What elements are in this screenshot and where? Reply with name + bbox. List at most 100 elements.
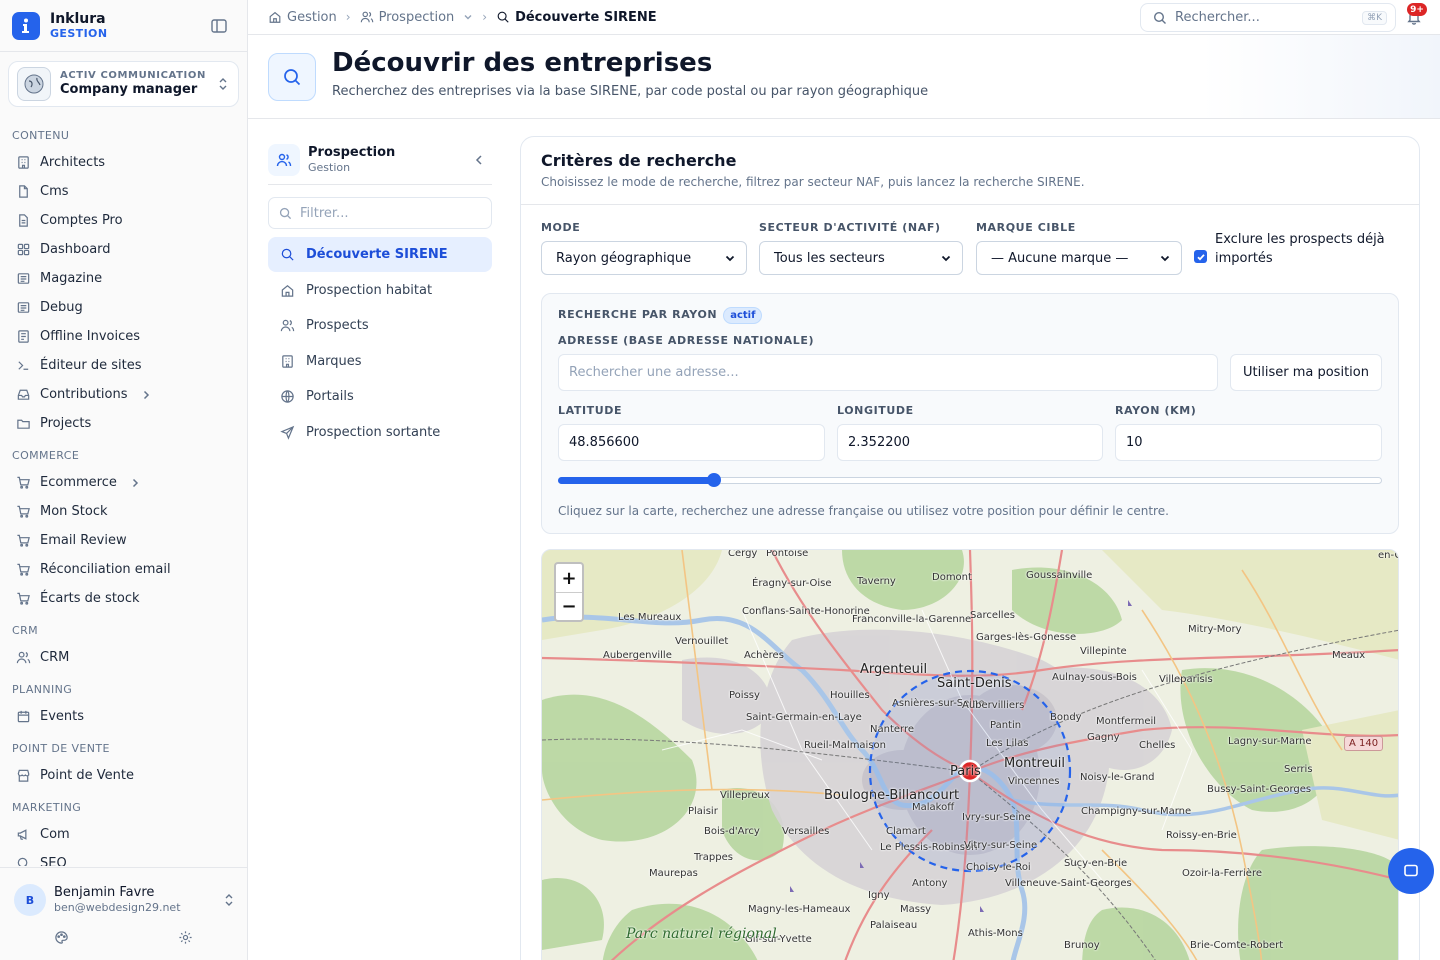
brand[interactable]: Inklura GESTION bbox=[12, 10, 236, 42]
sidebar-item-crm[interactable]: CRM bbox=[0, 643, 247, 672]
map-place-label: Malakoff bbox=[912, 802, 955, 813]
brand-field: MARQUE CIBLE — Aucune marque — bbox=[976, 221, 1182, 275]
cart-icon bbox=[17, 592, 30, 605]
sidebar-item-comptes-pro[interactable]: Comptes Pro bbox=[0, 206, 247, 235]
sidebar-item-label: Point de Vente bbox=[40, 768, 135, 783]
slider-thumb[interactable] bbox=[706, 473, 721, 487]
building-icon bbox=[282, 355, 293, 368]
sidebar-item-label: Offline Invoices bbox=[40, 329, 141, 344]
sidebar-item--diteur-de-sites[interactable]: Éditeur de sites bbox=[0, 351, 247, 380]
section-nav-item[interactable]: Prospects bbox=[268, 308, 492, 343]
breadcrumb-label: Découverte SIRENE bbox=[515, 9, 657, 25]
map-place-label: Magny-les-Hameaux bbox=[748, 904, 851, 915]
map-place-label: Aubervilliers bbox=[962, 700, 1025, 711]
section-nav-list: Découverte SIRENE Prospection habitat Pros… bbox=[268, 237, 492, 450]
section-nav-item[interactable]: Marques bbox=[268, 344, 492, 379]
building-icon bbox=[18, 156, 29, 169]
search-icon bbox=[268, 53, 316, 101]
chevron-down-icon bbox=[941, 255, 951, 262]
section-nav-item-label: Découverte SIRENE bbox=[306, 247, 448, 262]
cart-icon bbox=[17, 534, 30, 547]
sidebar-item-seo[interactable]: SEO bbox=[0, 849, 247, 866]
sidebar-item-r-conciliation-email[interactable]: Réconciliation email bbox=[0, 555, 247, 584]
sidebar-item-architects[interactable]: Architects bbox=[0, 148, 247, 177]
radius-hint: Cliquez sur la carte, recherchez une adr… bbox=[558, 504, 1169, 518]
sidebar-item-projects[interactable]: Projects bbox=[0, 409, 247, 438]
sidebar-item-point-de-vente[interactable]: Point de Vente bbox=[0, 761, 247, 790]
sidebar-item-ecommerce[interactable]: Ecommerce bbox=[0, 468, 247, 497]
sidebar-item-email-review[interactable]: Email Review bbox=[0, 526, 247, 555]
latitude-input[interactable]: 48.856600 bbox=[558, 424, 825, 461]
user-menu[interactable]: B Benjamin Favre ben@webdesign29.net bbox=[14, 884, 236, 916]
breadcrumb-item[interactable]: Prospection bbox=[360, 10, 474, 25]
section-nav-item[interactable]: Prospection sortante bbox=[268, 415, 492, 450]
cart-icon bbox=[17, 476, 30, 489]
sidebar-item-label: Architects bbox=[40, 155, 106, 170]
sidebar-nav: CONTENU Architects Cms Comptes Pro Dashboard… bbox=[0, 118, 247, 866]
section-nav-item[interactable]: Prospection habitat bbox=[268, 273, 492, 308]
latitude-label: LATITUDE bbox=[558, 404, 623, 417]
chevron-right-icon bbox=[143, 390, 149, 399]
gear-icon[interactable] bbox=[178, 930, 193, 945]
sidebar-item--carts-de-stock[interactable]: Écarts de stock bbox=[0, 584, 247, 613]
sidebar-item-offline-invoices[interactable]: Offline Invoices bbox=[0, 322, 247, 351]
sidebar-item-magazine[interactable]: Magazine bbox=[0, 264, 247, 293]
map-place-label: Garges-lès-Gonesse bbox=[976, 632, 1077, 643]
map-place-label: en-Goële bbox=[1378, 550, 1398, 561]
sidebar-item-events[interactable]: Events bbox=[0, 702, 247, 731]
filter-input[interactable]: Filtrer... bbox=[268, 197, 492, 229]
radius-km-input[interactable]: 10 bbox=[1115, 424, 1382, 461]
address-input[interactable]: Rechercher une adresse... bbox=[558, 354, 1218, 391]
road-shield: A 140 bbox=[1344, 736, 1384, 751]
map-place-label: Vernouillet bbox=[675, 636, 729, 647]
section-nav-item[interactable]: Portails bbox=[268, 379, 492, 414]
sidebar-item-label: Debug bbox=[40, 300, 83, 315]
map[interactable]: Cergy Pontoise Éragny-sur-Oise Conflans-Sai… bbox=[541, 549, 1399, 960]
cart-icon bbox=[17, 505, 30, 518]
chat-button[interactable] bbox=[1388, 848, 1434, 894]
sidebar-item-cms[interactable]: Cms bbox=[0, 177, 247, 206]
chevron-left-icon[interactable] bbox=[472, 153, 486, 167]
sector-field: SECTEUR D'ACTIVITÉ (NAF) Tous les secteu… bbox=[759, 221, 963, 275]
radius-slider[interactable] bbox=[558, 473, 1382, 487]
search-input[interactable]: Rechercher... ⌘K bbox=[1140, 3, 1396, 32]
search-icon bbox=[497, 11, 509, 23]
breadcrumb-item[interactable]: Gestion bbox=[268, 10, 337, 25]
brand-select[interactable]: — Aucune marque — bbox=[976, 241, 1182, 275]
sidebar-item-mon-stock[interactable]: Mon Stock bbox=[0, 497, 247, 526]
map-place-label: Villepinte bbox=[1080, 646, 1127, 657]
section-nav-item[interactable]: Découverte SIRENE bbox=[268, 237, 492, 272]
use-position-button[interactable]: Utiliser ma position bbox=[1230, 354, 1382, 391]
mode-select[interactable]: Rayon géographique bbox=[541, 241, 747, 275]
zoom-in-button[interactable]: + bbox=[556, 564, 582, 592]
zoom-out-button[interactable]: − bbox=[556, 592, 582, 620]
map-place-label: Aulnay-sous-Bois bbox=[1052, 672, 1137, 683]
sidebar-toggle-icon[interactable] bbox=[210, 17, 228, 35]
map-place-label: Ivry-sur-Seine bbox=[962, 812, 1031, 823]
map-place-label: Massy bbox=[900, 904, 932, 915]
map-place-label: Parc naturel régional bbox=[626, 926, 777, 942]
palette-icon[interactable] bbox=[54, 930, 69, 945]
section-nav-header: Prospection Gestion bbox=[268, 135, 492, 185]
section-nav-item-label: Marques bbox=[306, 353, 362, 369]
map-place-label: Chelles bbox=[1139, 740, 1176, 751]
sector-select[interactable]: Tous les secteurs bbox=[759, 241, 963, 275]
chevron-down-icon[interactable] bbox=[463, 12, 473, 22]
criteria-card: Critères de recherche Choisissez le mode… bbox=[520, 136, 1420, 960]
longitude-input[interactable]: 2.352200 bbox=[837, 424, 1103, 461]
calendar-icon bbox=[17, 710, 30, 723]
sidebar-item-label: Éditeur de sites bbox=[40, 358, 142, 373]
sidebar-item-debug[interactable]: Debug bbox=[0, 293, 247, 322]
sidebar-item-com[interactable]: Com bbox=[0, 820, 247, 849]
sidebar-item-dashboard[interactable]: Dashboard bbox=[0, 235, 247, 264]
exclude-checkbox[interactable] bbox=[1194, 250, 1207, 263]
org-switcher[interactable]: ACTIV COMMUNICATION Company manager bbox=[8, 61, 239, 107]
inbox-icon bbox=[17, 389, 30, 400]
map-place-label: Boulogne-Billancourt bbox=[824, 788, 960, 803]
sidebar-item-contributions[interactable]: Contributions bbox=[0, 380, 247, 409]
brand-value: — Aucune marque — bbox=[991, 250, 1129, 266]
map-place-label: Bondy bbox=[1050, 712, 1082, 723]
map-place-label: Trappes bbox=[694, 852, 733, 863]
filter-placeholder: Filtrer... bbox=[300, 205, 349, 221]
status-badge: actif bbox=[723, 307, 763, 324]
